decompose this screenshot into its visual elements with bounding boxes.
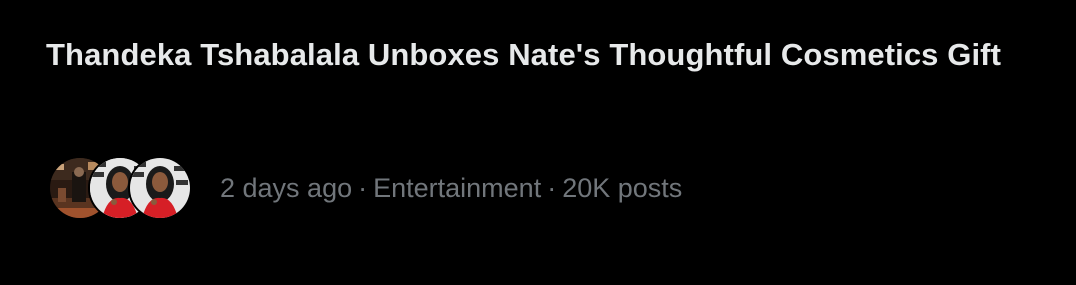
trend-post-count: 20K posts <box>562 172 683 203</box>
meta-separator: · <box>547 172 557 203</box>
trend-category: Entertainment <box>373 172 542 203</box>
avatar-photo-woman-red-dress-icon <box>130 158 190 218</box>
trend-title[interactable]: Thandeka Tshabalala Unboxes Nate's Thoug… <box>46 34 1036 76</box>
meta-separator: · <box>358 172 368 203</box>
trend-meta: 2 days ago · Entertainment · 20K posts <box>220 173 682 204</box>
trend-time: 2 days ago <box>220 172 353 203</box>
avatar[interactable] <box>128 156 192 220</box>
trend-meta-row: 2 days ago · Entertainment · 20K posts <box>48 156 682 220</box>
avatar-stack <box>48 156 192 220</box>
trend-card[interactable]: Thandeka Tshabalala Unboxes Nate's Thoug… <box>0 0 1076 285</box>
